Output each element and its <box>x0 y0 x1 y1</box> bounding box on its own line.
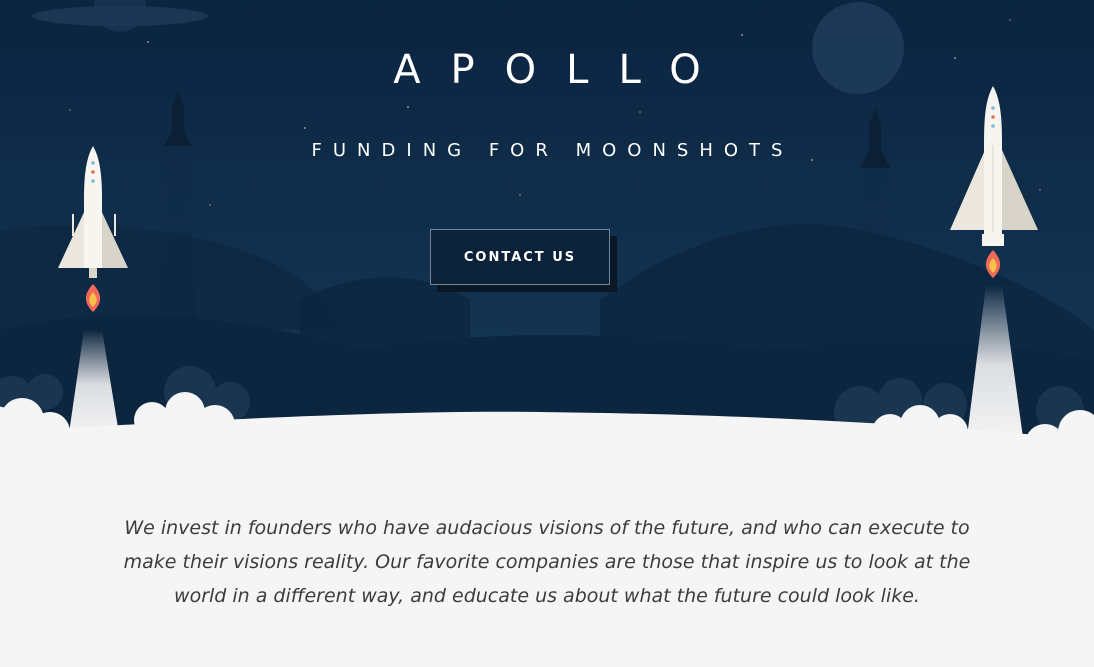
contact-us-button[interactable]: CONTACT US <box>430 229 610 285</box>
tagline: FUNDING FOR MOONSHOTS <box>311 140 794 161</box>
intro-paragraph: We invest in founders who have audacious… <box>123 517 971 607</box>
brand-logo: APOLLO <box>393 47 731 93</box>
hero-header: APOLLO FUNDING FOR MOONSHOTS CONTACT US <box>0 0 1094 300</box>
